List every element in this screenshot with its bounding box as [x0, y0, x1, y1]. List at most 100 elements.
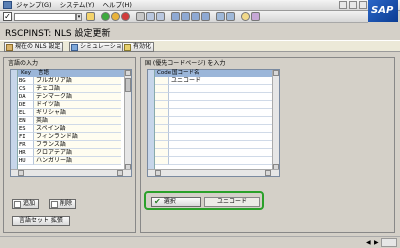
row-selector-column[interactable]	[148, 70, 155, 176]
extend-language-set-button[interactable]: 言語セット 拡張	[12, 216, 70, 226]
row-selector-column[interactable]	[11, 70, 18, 176]
table-row[interactable]: HR クロアテア語	[18, 149, 121, 157]
table-row[interactable]	[155, 93, 273, 101]
table-row[interactable]	[155, 117, 273, 125]
save-icon[interactable]	[86, 12, 95, 21]
find-icon[interactable]	[146, 12, 155, 21]
command-history-dropdown[interactable]: ▾	[76, 13, 82, 21]
toolbar-icons	[86, 12, 260, 21]
maximize-icon[interactable]	[349, 1, 357, 9]
scroll-right-icon[interactable]	[265, 170, 271, 176]
table-row[interactable]	[155, 109, 273, 117]
table-row[interactable]: BG ブルガリア語	[18, 77, 121, 85]
table-row[interactable]: ES スペイン語	[18, 125, 121, 133]
language-key[interactable]: BG	[18, 77, 34, 85]
column-header-country-name[interactable]: 国コード名	[171, 70, 251, 77]
prev-page-icon[interactable]	[181, 12, 190, 21]
country-code[interactable]	[155, 157, 169, 165]
scroll-up-icon[interactable]	[125, 70, 131, 76]
language-key[interactable]: EL	[18, 109, 34, 117]
country-code[interactable]	[155, 109, 169, 117]
cancel-icon[interactable]	[121, 12, 130, 21]
table-row[interactable]	[155, 133, 273, 141]
menu-item-jump[interactable]: ジャンプ(G)	[16, 1, 52, 10]
column-header-code[interactable]: Code	[156, 70, 171, 77]
command-field[interactable]	[14, 13, 76, 21]
language-key[interactable]: HR	[18, 149, 34, 157]
new-session-icon[interactable]	[216, 12, 225, 21]
language-table-hscroll[interactable]	[11, 169, 131, 176]
table-row[interactable]: FR フランス語	[18, 141, 121, 149]
scroll-up-icon[interactable]	[273, 70, 279, 76]
table-row[interactable]: EN 英語	[18, 117, 121, 125]
country-code[interactable]	[155, 149, 169, 157]
minimize-icon[interactable]	[339, 1, 347, 9]
language-key[interactable]: DE	[18, 101, 34, 109]
status-info-field[interactable]	[381, 238, 397, 247]
scroll-left-icon[interactable]	[18, 170, 24, 176]
country-code[interactable]	[155, 85, 169, 93]
customize-icon[interactable]	[251, 12, 260, 21]
next-page-icon[interactable]	[191, 12, 200, 21]
column-header-key[interactable]: Key	[20, 70, 36, 77]
menu-item-help[interactable]: ヘルプ(H)	[102, 1, 131, 10]
table-row[interactable]: DA デンマーク語	[18, 93, 121, 101]
table-row[interactable]: CS チェコ語	[18, 85, 121, 93]
scroll-thumb[interactable]	[125, 78, 131, 92]
status-right-arrow-icon[interactable]: ▶	[374, 239, 379, 246]
language-key[interactable]: CS	[18, 85, 34, 93]
delete-icon	[51, 200, 58, 208]
country-code[interactable]	[155, 93, 169, 101]
country-code[interactable]	[155, 141, 169, 149]
country-table-hscroll[interactable]	[148, 169, 279, 176]
close-icon[interactable]	[359, 1, 367, 9]
scroll-right-icon[interactable]	[117, 170, 123, 176]
country-code[interactable]	[155, 125, 169, 133]
language-key[interactable]: EN	[18, 117, 34, 125]
shortcut-icon[interactable]	[226, 12, 235, 21]
country-code[interactable]	[155, 117, 169, 125]
table-row[interactable]: HU ハンガリー語	[18, 157, 121, 165]
country-name: ユニコード	[169, 77, 273, 85]
table-row[interactable]: FI フィンランド語	[18, 133, 121, 141]
exit-icon[interactable]	[111, 12, 120, 21]
table-row[interactable]	[155, 157, 273, 165]
selected-codepage-field[interactable]: ユニコード	[204, 197, 260, 207]
table-row[interactable]: DE ドイツ語	[18, 101, 121, 109]
back-icon[interactable]	[101, 12, 110, 21]
activate-button[interactable]: 有効化	[122, 42, 155, 52]
language-key[interactable]: FI	[18, 133, 34, 141]
country-code[interactable]	[155, 101, 169, 109]
last-page-icon[interactable]	[201, 12, 210, 21]
language-key[interactable]: ES	[18, 125, 34, 133]
status-left-arrow-icon[interactable]: ◀	[366, 239, 371, 246]
current-nls-button[interactable]: 現在の NLS 設定	[4, 42, 64, 52]
country-table-vscroll[interactable]	[272, 70, 279, 170]
select-button[interactable]: ✔ 選択	[151, 197, 201, 207]
menu-item-system[interactable]: システム(Y)	[60, 1, 95, 10]
country-code[interactable]	[155, 77, 169, 85]
country-code[interactable]	[155, 133, 169, 141]
country-name	[169, 117, 273, 125]
column-header-language[interactable]: 言語	[37, 70, 117, 77]
table-row[interactable]	[155, 125, 273, 133]
scroll-left-icon[interactable]	[155, 170, 161, 176]
table-row[interactable]: EL ギリシャ語	[18, 109, 121, 117]
enter-icon[interactable]: ✓	[3, 12, 12, 21]
window-menu-icon[interactable]	[3, 1, 12, 9]
delete-button[interactable]: 削除	[49, 199, 77, 209]
table-row[interactable]	[155, 85, 273, 93]
first-page-icon[interactable]	[171, 12, 180, 21]
table-row[interactable]	[155, 101, 273, 109]
add-button[interactable]: 追加	[12, 199, 40, 209]
language-key[interactable]: FR	[18, 141, 34, 149]
print-icon[interactable]	[136, 12, 145, 21]
table-row[interactable]	[155, 149, 273, 157]
language-key[interactable]: DA	[18, 93, 34, 101]
table-row[interactable]	[155, 141, 273, 149]
language-key[interactable]: HU	[18, 157, 34, 165]
find-next-icon[interactable]	[156, 12, 165, 21]
help-icon[interactable]	[241, 12, 250, 21]
table-row[interactable]: ユニコード	[155, 77, 273, 85]
language-table-vscroll[interactable]	[124, 70, 131, 170]
